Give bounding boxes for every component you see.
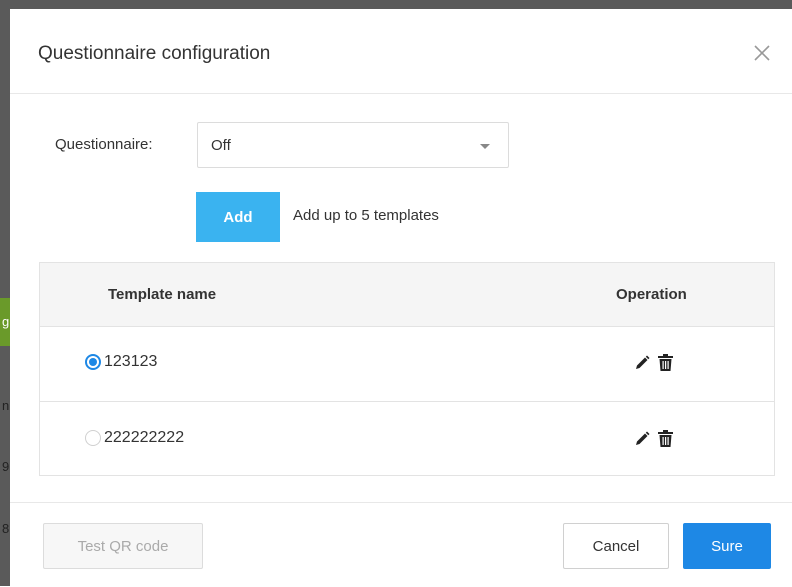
- column-header-operation: Operation: [616, 286, 687, 303]
- questionnaire-selected-value: Off: [211, 137, 231, 154]
- pencil-icon[interactable]: [634, 431, 650, 447]
- sure-button[interactable]: Sure: [683, 523, 771, 569]
- dialog-title: Questionnaire configuration: [38, 43, 271, 64]
- background-fragment: n: [2, 398, 10, 413]
- template-radio[interactable]: [85, 354, 101, 370]
- background-page-strip: g n 9 8: [0, 0, 10, 586]
- trash-icon[interactable]: [658, 354, 673, 371]
- dialog-header: Questionnaire configuration: [10, 9, 792, 94]
- template-name: 123123: [104, 353, 158, 370]
- close-icon[interactable]: [752, 43, 772, 63]
- questionnaire-select[interactable]: Off: [197, 122, 509, 168]
- questionnaire-label: Questionnaire:: [55, 136, 153, 153]
- column-header-template-name: Template name: [108, 286, 217, 303]
- background-fragment: g: [2, 314, 10, 329]
- background-green-button: g: [0, 298, 10, 346]
- questionnaire-config-dialog: Questionnaire configuration Questionnair…: [10, 9, 792, 586]
- background-fragment: 8: [2, 521, 10, 536]
- caret-down-icon: [480, 144, 490, 149]
- background-top-edge: [10, 0, 792, 9]
- table-row: 222222222: [40, 402, 774, 477]
- test-qr-code-button[interactable]: Test QR code: [43, 523, 203, 569]
- trash-icon[interactable]: [658, 430, 673, 447]
- cancel-button[interactable]: Cancel: [563, 523, 669, 569]
- table-header: Template name Operation: [40, 263, 774, 327]
- add-hint-text: Add up to 5 templates: [293, 207, 439, 224]
- template-radio[interactable]: [85, 430, 101, 446]
- pencil-icon[interactable]: [634, 355, 650, 371]
- template-table: Template name Operation 123123 222222222: [39, 262, 775, 476]
- background-fragment: 9: [2, 459, 10, 474]
- template-name: 222222222: [104, 429, 185, 446]
- dialog-footer: Test QR code Cancel Sure: [10, 502, 792, 587]
- add-template-button[interactable]: Add: [196, 192, 280, 242]
- table-row: 123123: [40, 326, 774, 402]
